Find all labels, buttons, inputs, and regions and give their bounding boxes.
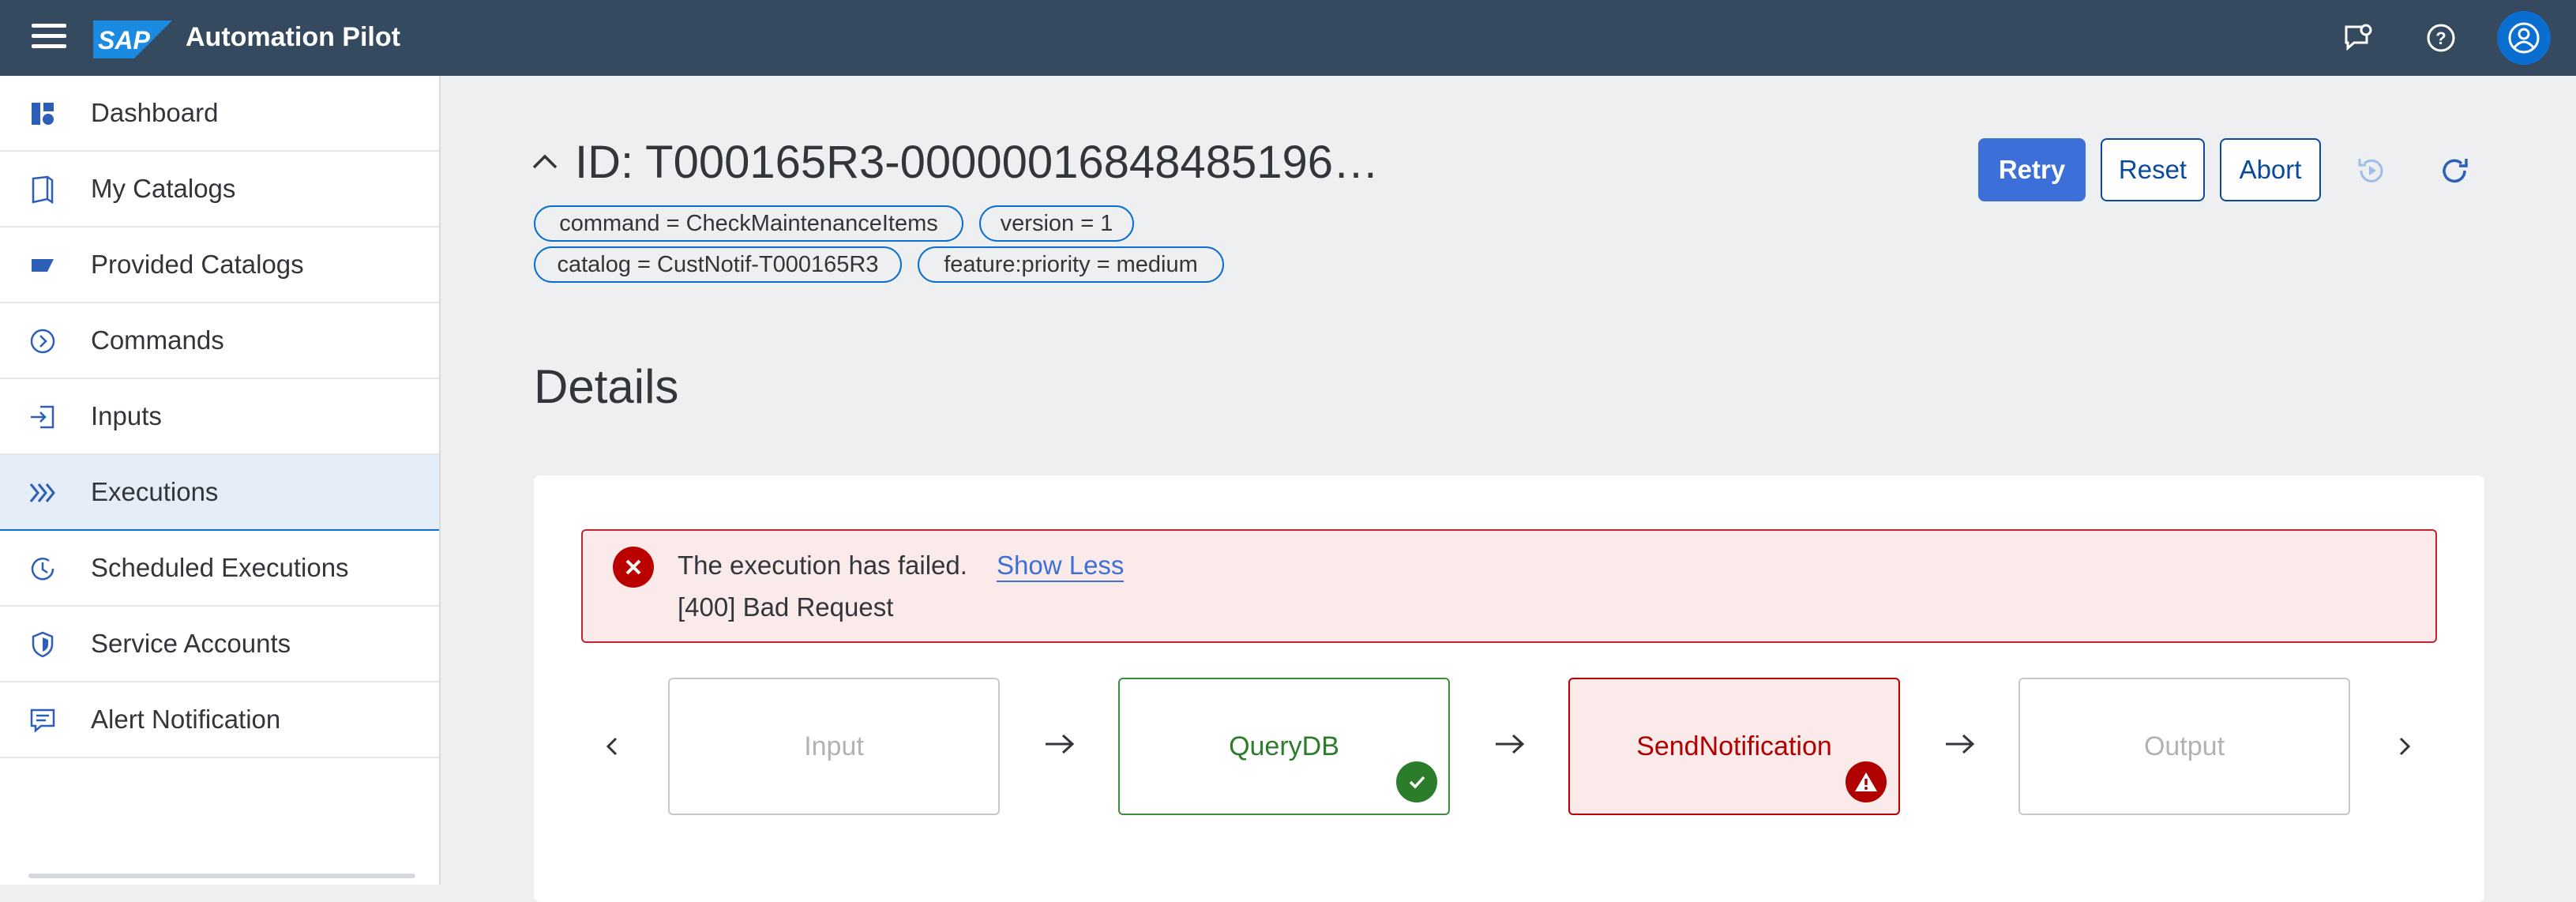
sidebar-item-dashboard[interactable]: Dashboard: [0, 76, 439, 152]
dashboard-icon: [28, 100, 57, 128]
sidebar-item-label: Dashboard: [91, 98, 219, 127]
sidebar-item-executions[interactable]: Executions: [0, 455, 439, 531]
svg-text:?: ?: [2435, 28, 2446, 48]
input-icon: [28, 403, 57, 431]
shell-bar: SAP Automation Pilot ?: [0, 0, 2576, 76]
warning-icon: [1846, 761, 1887, 802]
sidebar-item-alert-notification[interactable]: Alert Notification: [0, 682, 439, 758]
reset-button[interactable]: Reset: [2101, 138, 2205, 201]
flow-previous-icon[interactable]: [600, 731, 624, 762]
sidebar-item-label: Alert Notification: [91, 705, 281, 734]
user-icon: [2508, 22, 2540, 54]
error-message: The execution has failed.: [678, 551, 967, 580]
executions-icon: [28, 479, 57, 507]
shield-icon: [28, 630, 57, 659]
command-icon: [28, 327, 57, 355]
app-title: Automation Pilot: [186, 22, 400, 52]
help-icon[interactable]: ?: [2420, 17, 2461, 58]
step-label: SendNotification: [1636, 731, 1832, 761]
arrow-right-icon: [1943, 727, 1977, 761]
replay-icon[interactable]: [2353, 152, 2390, 189]
tag-command: command = CheckMaintenanceItems: [534, 205, 963, 242]
user-avatar[interactable]: [2497, 11, 2551, 65]
refresh-icon[interactable]: [2436, 152, 2473, 189]
sidebar-item-inputs[interactable]: Inputs: [0, 379, 439, 455]
sidebar-item-label: Service Accounts: [91, 629, 291, 658]
sidebar-item-label: Commands: [91, 325, 224, 355]
section-title-details: Details: [534, 360, 679, 413]
sidebar-scrollbar[interactable]: [28, 874, 415, 878]
sidebar-item-label: Executions: [91, 477, 219, 506]
error-icon: [613, 547, 654, 588]
catalog-icon: [28, 175, 57, 204]
retry-button[interactable]: Retry: [1978, 138, 2086, 201]
sap-logo: SAP: [93, 21, 172, 58]
arrow-right-icon: [1493, 727, 1527, 761]
tag-catalog: catalog = CustNotif-T000165R3: [534, 246, 902, 283]
sidebar-item-provided-catalogs[interactable]: Provided Catalogs: [0, 227, 439, 303]
step-label: QueryDB: [1229, 731, 1339, 761]
svg-text:SAP: SAP: [98, 26, 150, 54]
tag-version: version = 1: [979, 205, 1134, 242]
sidebar-item-label: My Catalogs: [91, 174, 236, 203]
step-input[interactable]: Input: [668, 678, 1000, 815]
success-icon: [1396, 761, 1437, 802]
menu-icon[interactable]: [32, 24, 66, 52]
tag-priority: feature:priority = medium: [918, 246, 1224, 283]
sidebar-item-my-catalogs[interactable]: My Catalogs: [0, 152, 439, 227]
sidebar-item-label: Inputs: [91, 401, 162, 430]
step-output[interactable]: Output: [2018, 678, 2350, 815]
flow-next-icon[interactable]: [2393, 731, 2416, 762]
error-detail: [400] Bad Request: [678, 592, 894, 622]
show-less-link[interactable]: Show Less: [997, 551, 1125, 582]
error-message-strip: [581, 529, 2437, 643]
page-title: ID: T000165R3-00000016848485196…: [575, 137, 1379, 188]
sidebar-item-service-accounts[interactable]: Service Accounts: [0, 607, 439, 682]
side-navigation: Dashboard My Catalogs Provided Catalogs …: [0, 76, 441, 885]
provided-catalog-icon: [28, 251, 57, 280]
sidebar-item-commands[interactable]: Commands: [0, 303, 439, 379]
scheduled-icon: [28, 554, 57, 583]
message-icon: [28, 706, 57, 735]
arrow-right-icon: [1042, 727, 1077, 761]
sidebar-item-scheduled-executions[interactable]: Scheduled Executions: [0, 531, 439, 607]
collapse-header-icon[interactable]: [529, 147, 561, 179]
feedback-icon[interactable]: [2338, 17, 2379, 58]
sidebar-item-label: Provided Catalogs: [91, 250, 304, 279]
sidebar-item-label: Scheduled Executions: [91, 553, 349, 582]
abort-button[interactable]: Abort: [2220, 138, 2321, 201]
